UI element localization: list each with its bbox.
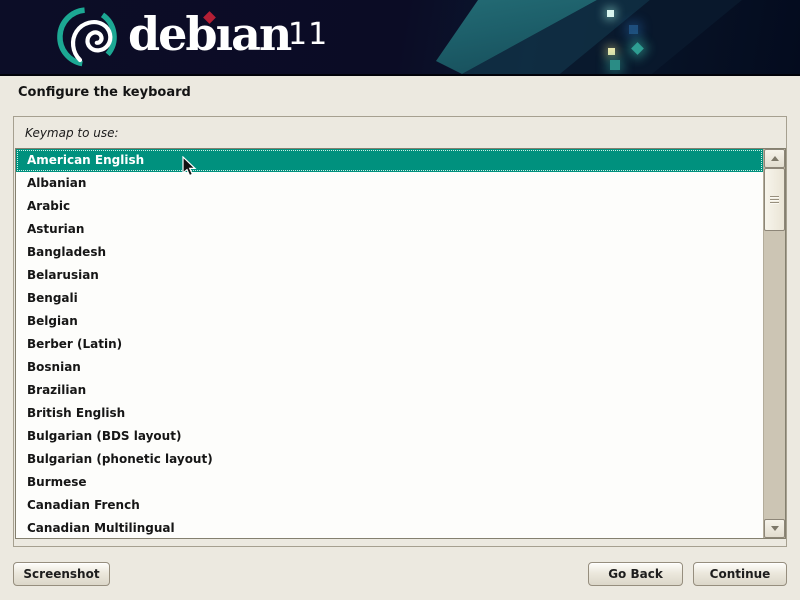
list-item-label: Burmese [27, 475, 87, 489]
list-item[interactable]: Berber (Latin) [16, 333, 763, 356]
list-item-label: Belgian [27, 314, 78, 328]
scrollbar[interactable] [763, 149, 785, 538]
list-item-label: Asturian [27, 222, 84, 236]
list-item-label: Bulgarian (BDS layout) [27, 429, 181, 443]
list-item[interactable]: Asturian [16, 218, 763, 241]
version-label: 11 [288, 20, 328, 50]
banner-decor-square-blue [629, 25, 638, 34]
go-back-button[interactable]: Go Back [588, 562, 683, 586]
brand-text-post: an [231, 7, 290, 61]
list-item[interactable]: British English [16, 402, 763, 425]
list-item-label: Bangladesh [27, 245, 106, 259]
list-item[interactable]: Belarusian [16, 264, 763, 287]
debian-swirl-logo [44, 5, 130, 71]
list-item[interactable]: Bangladesh [16, 241, 763, 264]
keymap-list: American English Albanian Arabic Asturia… [16, 149, 763, 538]
keymap-frame: Keymap to use: American English Albanian… [13, 116, 787, 547]
list-item-label: Bulgarian (phonetic layout) [27, 452, 213, 466]
list-item-label: Bosnian [27, 360, 81, 374]
list-item[interactable]: Canadian Multilingual [16, 517, 763, 538]
keymap-label: Keymap to use: [25, 126, 119, 140]
scroll-down-button[interactable] [764, 519, 785, 538]
list-item[interactable]: Brazilian [16, 379, 763, 402]
list-item-label: Arabic [27, 199, 70, 213]
brand-text-dotless-i: ı [216, 7, 231, 61]
banner-decor-square-cyan [607, 10, 614, 17]
list-item[interactable]: Albanian [16, 172, 763, 195]
grip-lines-icon [770, 196, 779, 204]
list-item-label: Bengali [27, 291, 78, 305]
list-item[interactable]: American English [16, 149, 763, 172]
debian-installer-window: debıan 11 Configure the keyboard Keymap … [0, 0, 800, 600]
list-item[interactable]: Bosnian [16, 356, 763, 379]
list-item-label: Berber (Latin) [27, 337, 122, 351]
continue-button[interactable]: Continue [693, 562, 787, 586]
list-item[interactable]: Bulgarian (BDS layout) [16, 425, 763, 448]
list-item[interactable]: Burmese [16, 471, 763, 494]
list-item-label: American English [27, 153, 144, 167]
page-title: Configure the keyboard [18, 85, 191, 100]
list-item-label: British English [27, 406, 125, 420]
chevron-up-icon [771, 156, 779, 161]
brand-wordmark: debıan [128, 9, 290, 61]
list-item-label: Canadian French [27, 498, 140, 512]
scroll-up-button[interactable] [764, 149, 785, 168]
list-item-label: Canadian Multilingual [27, 521, 175, 535]
chevron-down-icon [771, 526, 779, 531]
list-item[interactable]: Belgian [16, 310, 763, 333]
list-item-label: Brazilian [27, 383, 86, 397]
list-item[interactable]: Canadian French [16, 494, 763, 517]
list-item-label: Belarusian [27, 268, 99, 282]
list-item-label: Albanian [27, 176, 86, 190]
banner: debıan 11 [0, 0, 800, 76]
scrollbar-thumb[interactable] [764, 168, 785, 231]
keymap-listbox: American English Albanian Arabic Asturia… [15, 148, 786, 539]
screenshot-button[interactable]: Screenshot [13, 562, 110, 586]
banner-decor-square-yellow [608, 48, 615, 55]
brand-text-pre: deb [128, 7, 216, 61]
list-item[interactable]: Bengali [16, 287, 763, 310]
list-item[interactable]: Bulgarian (phonetic layout) [16, 448, 763, 471]
banner-decor-square-teal [610, 60, 620, 70]
scrollbar-track[interactable] [764, 168, 785, 519]
list-item[interactable]: Arabic [16, 195, 763, 218]
